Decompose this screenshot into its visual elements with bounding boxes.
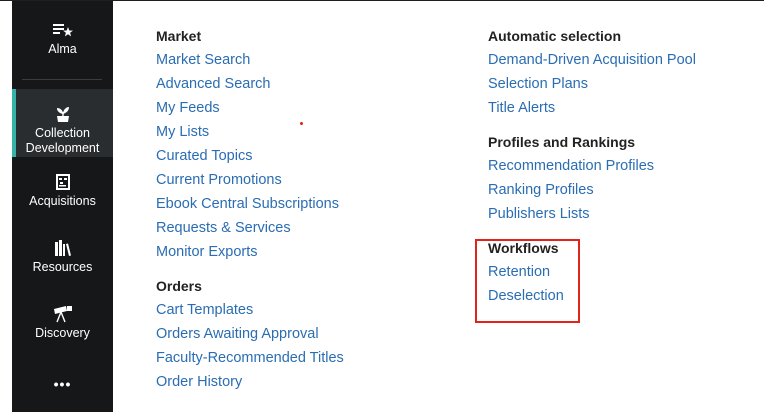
link-orders-awaiting-approval[interactable]: Orders Awaiting Approval xyxy=(156,325,344,343)
sidebar-item-collection-development[interactable]: Collection Development xyxy=(12,89,113,157)
menu-column-left: Market Market Search Advanced Search My … xyxy=(156,27,344,397)
link-demand-driven-acquisition-pool[interactable]: Demand-Driven Acquisition Pool xyxy=(488,51,696,69)
sidebar-item-acquisitions[interactable]: Acquisitions xyxy=(12,173,113,221)
link-publishers-lists[interactable]: Publishers Lists xyxy=(488,205,696,223)
link-current-promotions[interactable]: Current Promotions xyxy=(156,171,344,189)
left-sidebar: Alma Collection Development Acquisitions… xyxy=(12,1,113,412)
link-curated-topics[interactable]: Curated Topics xyxy=(156,147,344,165)
link-ebook-central-subscriptions[interactable]: Ebook Central Subscriptions xyxy=(156,195,344,213)
seedling-icon xyxy=(56,107,69,122)
sidebar-item-label: Resources xyxy=(32,260,93,274)
link-selection-plans[interactable]: Selection Plans xyxy=(488,75,696,93)
sidebar-divider xyxy=(22,79,102,80)
link-recommendation-profiles[interactable]: Recommendation Profiles xyxy=(488,157,696,175)
link-title-alerts[interactable]: Title Alerts xyxy=(488,99,696,117)
sidebar-item-alma[interactable]: Alma xyxy=(12,21,113,79)
link-my-lists[interactable]: My Lists xyxy=(156,123,344,141)
link-cart-templates[interactable]: Cart Templates xyxy=(156,301,344,319)
link-monitor-exports[interactable]: Monitor Exports xyxy=(156,243,344,261)
link-faculty-recommended-titles[interactable]: Faculty-Recommended Titles xyxy=(156,349,344,367)
link-my-feeds[interactable]: My Feeds xyxy=(156,99,344,117)
more-icon: ••• xyxy=(53,376,72,392)
link-ranking-profiles[interactable]: Ranking Profiles xyxy=(488,181,696,199)
section-title-orders: Orders xyxy=(156,278,202,294)
section-title-automatic-selection: Automatic selection xyxy=(488,28,622,44)
app-frame: Alma Collection Development Acquisitions… xyxy=(0,0,764,412)
sidebar-item-label: Alma xyxy=(48,42,77,56)
sidebar-item-discovery[interactable]: Discovery xyxy=(12,305,113,353)
sidebar-item-label: Acquisitions xyxy=(29,194,96,208)
alma-star-icon xyxy=(52,24,73,37)
link-order-history[interactable]: Order History xyxy=(156,373,344,391)
sidebar-item-label: Discovery xyxy=(35,326,90,340)
link-market-search[interactable]: Market Search xyxy=(156,51,344,69)
telescope-icon xyxy=(53,306,72,323)
sidebar-item-label: Collection Development xyxy=(25,126,100,155)
workflows-highlight-box xyxy=(475,239,580,323)
red-marker-dot xyxy=(300,122,303,125)
abacus-icon xyxy=(55,174,70,190)
section-title-market: Market xyxy=(156,28,202,44)
section-title-profiles-rankings: Profiles and Rankings xyxy=(488,134,636,150)
sidebar-item-resources[interactable]: Resources xyxy=(12,239,113,287)
books-icon xyxy=(54,240,71,256)
sidebar-item-more[interactable]: ••• xyxy=(12,377,113,397)
link-advanced-search[interactable]: Advanced Search xyxy=(156,75,344,93)
link-requests-services[interactable]: Requests & Services xyxy=(156,219,344,237)
